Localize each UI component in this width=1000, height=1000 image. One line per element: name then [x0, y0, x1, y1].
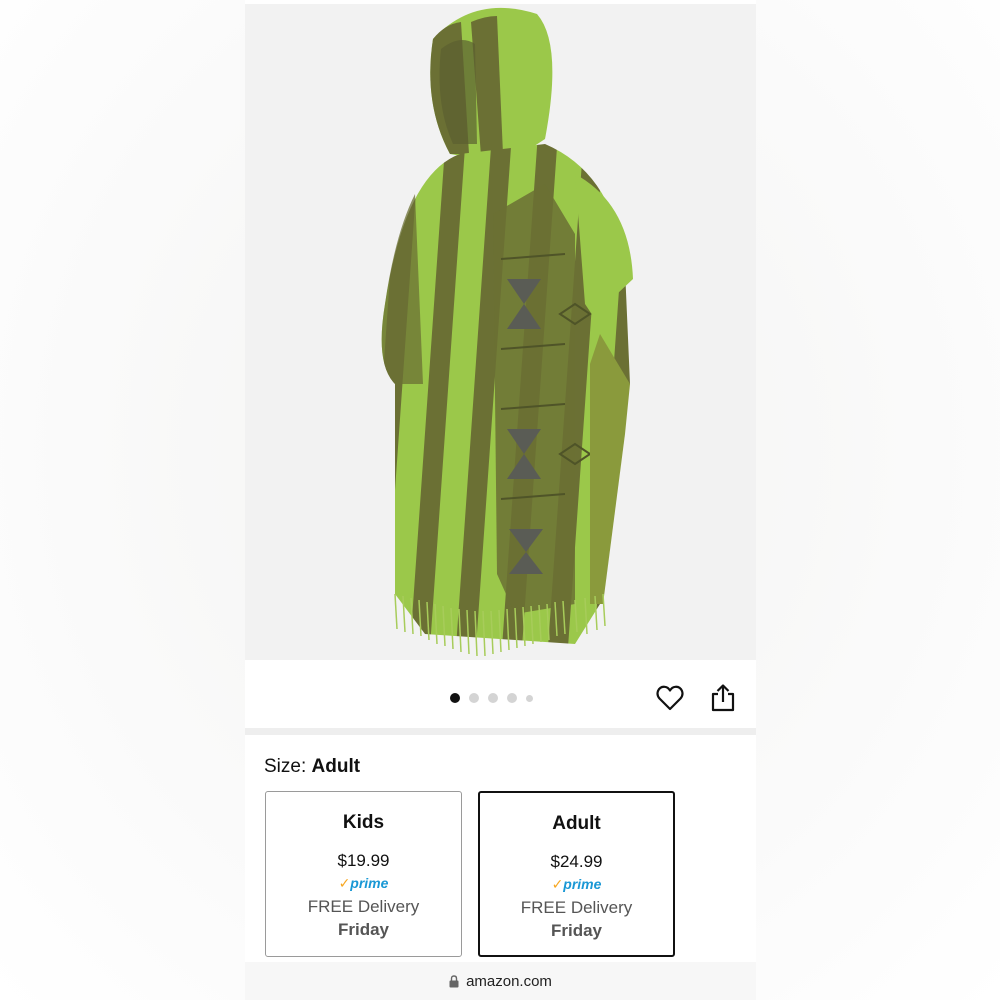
size-label: Size: [264, 756, 307, 777]
option-delivery-day: Friday [337, 920, 390, 939]
prime-badge: ✓prime [480, 876, 673, 893]
option-name: Kids [342, 812, 385, 833]
product-image[interactable] [245, 4, 756, 660]
carousel-dot[interactable] [526, 694, 533, 702]
option-price: $19.99 [337, 851, 390, 870]
size-option-kids[interactable]: Kids $19.99 ✓prime FREE Delivery Friday [265, 791, 462, 957]
option-delivery: FREE Delivery [307, 897, 420, 916]
phone-screen: Size: Adult Kids $19.99 ✓prime FREE Deli… [245, 0, 756, 1000]
url-text: amazon.com [466, 972, 552, 990]
browser-address-bar[interactable]: amazon.com [245, 962, 756, 1000]
prime-label: prime [563, 876, 602, 892]
size-heading: Size: Adult [264, 756, 360, 778]
option-delivery: FREE Delivery [520, 898, 633, 917]
prime-check-icon: ✓ [338, 875, 351, 891]
carousel-indicator [450, 691, 533, 705]
carousel-dot[interactable] [507, 693, 517, 703]
section-divider [245, 728, 756, 735]
prime-badge: ✓prime [266, 875, 461, 892]
size-option-adult[interactable]: Adult $24.99 ✓prime FREE Delivery Friday [478, 791, 675, 957]
lock-icon [449, 974, 459, 987]
prime-check-icon: ✓ [551, 876, 564, 892]
heart-icon [656, 685, 684, 711]
option-price: $24.99 [550, 852, 603, 871]
share-button[interactable] [706, 681, 740, 715]
poncho-illustration [381, 7, 633, 657]
carousel-dot[interactable] [469, 693, 479, 703]
option-name: Adult [552, 813, 601, 834]
wishlist-button[interactable] [653, 681, 687, 715]
option-delivery-day: Friday [550, 921, 603, 940]
carousel-dot[interactable] [450, 693, 460, 703]
share-icon [711, 684, 735, 712]
size-selected-value: Adult [311, 756, 361, 777]
carousel-dot[interactable] [488, 693, 498, 703]
prime-label: prime [350, 875, 389, 891]
